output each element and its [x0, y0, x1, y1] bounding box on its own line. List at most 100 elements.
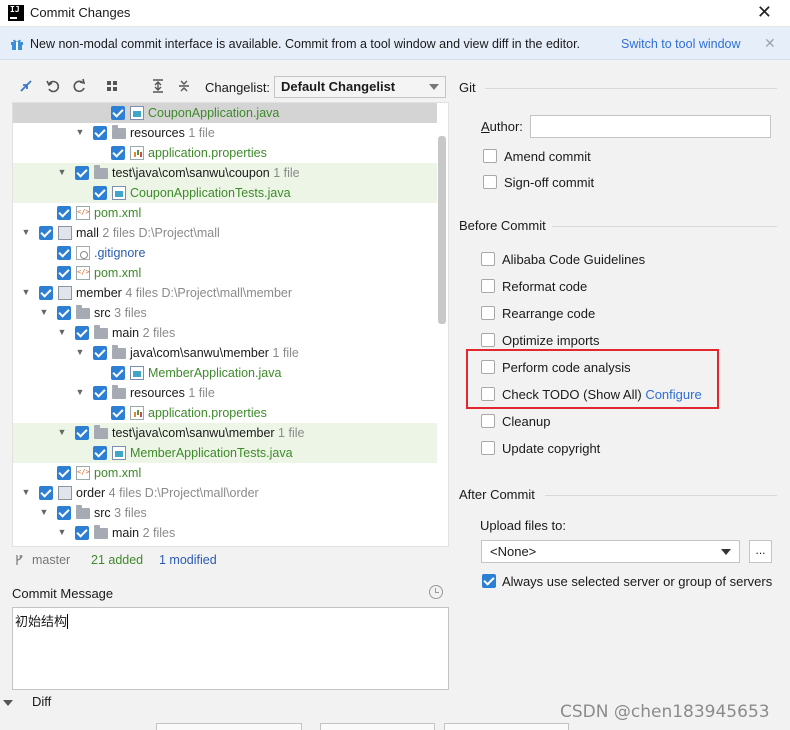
author-input[interactable] [530, 115, 771, 138]
changes-tree[interactable]: CouponApplication.java ▼ resources 1 fil… [12, 102, 449, 547]
group-by-icon[interactable] [105, 78, 121, 94]
update-copyright-label[interactable]: Update copyright [502, 441, 600, 456]
checkbox-checked[interactable] [57, 306, 71, 320]
checkbox-checked[interactable] [57, 266, 71, 280]
tree-row[interactable]: pom.xml [13, 203, 437, 223]
tree-row[interactable]: application.properties [13, 403, 437, 423]
checkbox-checked[interactable] [75, 526, 89, 540]
optimize-imports-label[interactable]: Optimize imports [502, 333, 600, 348]
cleanup-checkbox[interactable] [481, 414, 495, 428]
tree-row[interactable]: ▼ main 2 files [13, 523, 437, 543]
checkbox-checked[interactable] [111, 106, 125, 120]
tree-row[interactable]: ▼ main 2 files [13, 323, 437, 343]
chevron-down-icon[interactable]: ▼ [39, 507, 49, 517]
chevron-down-icon[interactable]: ▼ [75, 347, 85, 357]
chevron-down-icon[interactable]: ▼ [57, 527, 67, 537]
tree-row[interactable]: ▼ src 3 files [13, 503, 437, 523]
checkbox-checked[interactable] [111, 366, 125, 380]
checkbox-checked[interactable] [57, 206, 71, 220]
commit-history-clock-icon[interactable] [429, 585, 443, 599]
cleanup-label[interactable]: Cleanup [502, 414, 550, 429]
tree-row[interactable]: ▼ test\java\com\sanwu\member 1 file [13, 423, 437, 443]
diff-highlight-select[interactable] [444, 723, 569, 730]
diff-ignore-select[interactable] [320, 723, 435, 730]
tree-row[interactable]: MemberApplicationTests.java [13, 443, 437, 463]
checkbox-checked[interactable] [93, 386, 107, 400]
checkbox-checked[interactable] [75, 166, 89, 180]
tree-row[interactable]: CouponApplicationTests.java [13, 183, 437, 203]
tree-row[interactable]: pom.xml [13, 463, 437, 483]
file-name: application.properties [148, 146, 267, 160]
tree-row[interactable]: ▼ java\com\sanwu\member 1 file [13, 343, 437, 363]
chevron-down-icon[interactable] [3, 700, 13, 706]
tree-row[interactable]: pom.xml [13, 263, 437, 283]
checkbox-checked[interactable] [39, 486, 53, 500]
checkbox-checked[interactable] [93, 126, 107, 140]
changelist-select[interactable]: Default Changelist [274, 76, 446, 98]
chevron-down-icon[interactable]: ▼ [57, 167, 67, 177]
reformat-code-label[interactable]: Reformat code [502, 279, 587, 294]
file-name: application.properties [148, 406, 267, 420]
chevron-down-icon[interactable]: ▼ [21, 227, 31, 237]
chevron-down-icon[interactable]: ▼ [75, 387, 85, 397]
alibaba-guidelines-checkbox[interactable] [481, 252, 495, 266]
tree-row[interactable]: ▼ member 4 files D:\Project\mall\member [13, 283, 437, 303]
configure-servers-button[interactable]: ... [749, 540, 772, 563]
tree-row[interactable]: application.properties [13, 143, 437, 163]
checkbox-checked[interactable] [93, 186, 107, 200]
always-use-server-label[interactable]: Always use selected server or group of s… [502, 574, 772, 589]
amend-commit-label[interactable]: Amend commit [504, 149, 591, 164]
tree-row[interactable]: .gitignore [13, 243, 437, 263]
banner-close-icon[interactable]: ✕ [764, 35, 776, 52]
tree-row[interactable]: ▼ resources 1 file [13, 123, 437, 143]
tree-row[interactable]: CouponApplication.java [13, 103, 437, 123]
checkbox-checked[interactable] [57, 506, 71, 520]
diff-arrows-icon[interactable] [18, 78, 34, 94]
switch-to-tool-window-link[interactable]: Switch to tool window [621, 37, 741, 51]
tree-row[interactable]: MemberApplication.java [13, 363, 437, 383]
chevron-down-icon[interactable]: ▼ [57, 327, 67, 337]
checkbox-checked[interactable] [93, 346, 107, 360]
checkbox-checked[interactable] [39, 226, 53, 240]
checkbox-checked[interactable] [75, 426, 89, 440]
checkbox-checked[interactable] [111, 406, 125, 420]
checkbox-checked[interactable] [111, 146, 125, 160]
branch-name[interactable]: master [32, 553, 70, 567]
checkbox-checked[interactable] [75, 326, 89, 340]
close-window-button[interactable]: ✕ [757, 2, 772, 23]
signoff-commit-label[interactable]: Sign-off commit [504, 175, 594, 190]
always-use-server-checkbox[interactable] [482, 574, 496, 588]
chevron-down-icon[interactable]: ▼ [21, 487, 31, 497]
tree-scrollbar[interactable] [438, 136, 446, 324]
tree-row[interactable]: ▼ mall 2 files D:\Project\mall [13, 223, 437, 243]
chevron-down-icon[interactable]: ▼ [75, 127, 85, 137]
amend-commit-checkbox[interactable] [483, 149, 497, 163]
chevron-down-icon[interactable]: ▼ [21, 287, 31, 297]
signoff-commit-checkbox[interactable] [483, 175, 497, 189]
tree-row[interactable]: ▼ order 4 files D:\Project\mall\order [13, 483, 437, 503]
refresh-icon[interactable] [71, 78, 87, 94]
upload-server-select[interactable]: <None> [481, 540, 740, 563]
collapse-all-icon[interactable] [176, 78, 192, 94]
checkbox-checked[interactable] [57, 466, 71, 480]
alibaba-guidelines-label[interactable]: Alibaba Code Guidelines [502, 252, 645, 267]
checkbox-checked[interactable] [57, 246, 71, 260]
optimize-imports-checkbox[interactable] [481, 333, 495, 347]
checkbox-checked[interactable] [93, 446, 107, 460]
diff-viewer-select[interactable] [156, 723, 302, 730]
rearrange-code-label[interactable]: Rearrange code [502, 306, 595, 321]
reformat-code-checkbox[interactable] [481, 279, 495, 293]
commit-message-label: Commit Message [12, 586, 114, 601]
update-copyright-checkbox[interactable] [481, 441, 495, 455]
expand-all-icon[interactable] [150, 78, 166, 94]
tree-row[interactable]: ▼ src 3 files [13, 303, 437, 323]
commit-message-input[interactable]: 初始结构 [12, 607, 449, 690]
rearrange-code-checkbox[interactable] [481, 306, 495, 320]
diff-section-toggle[interactable]: Diff [32, 694, 51, 709]
undo-icon[interactable] [45, 78, 61, 94]
tree-row[interactable]: ▼ resources 1 file [13, 383, 437, 403]
chevron-down-icon[interactable]: ▼ [57, 427, 67, 437]
chevron-down-icon[interactable]: ▼ [39, 307, 49, 317]
tree-row[interactable]: ▼ test\java\com\sanwu\coupon 1 file [13, 163, 437, 183]
checkbox-checked[interactable] [39, 286, 53, 300]
